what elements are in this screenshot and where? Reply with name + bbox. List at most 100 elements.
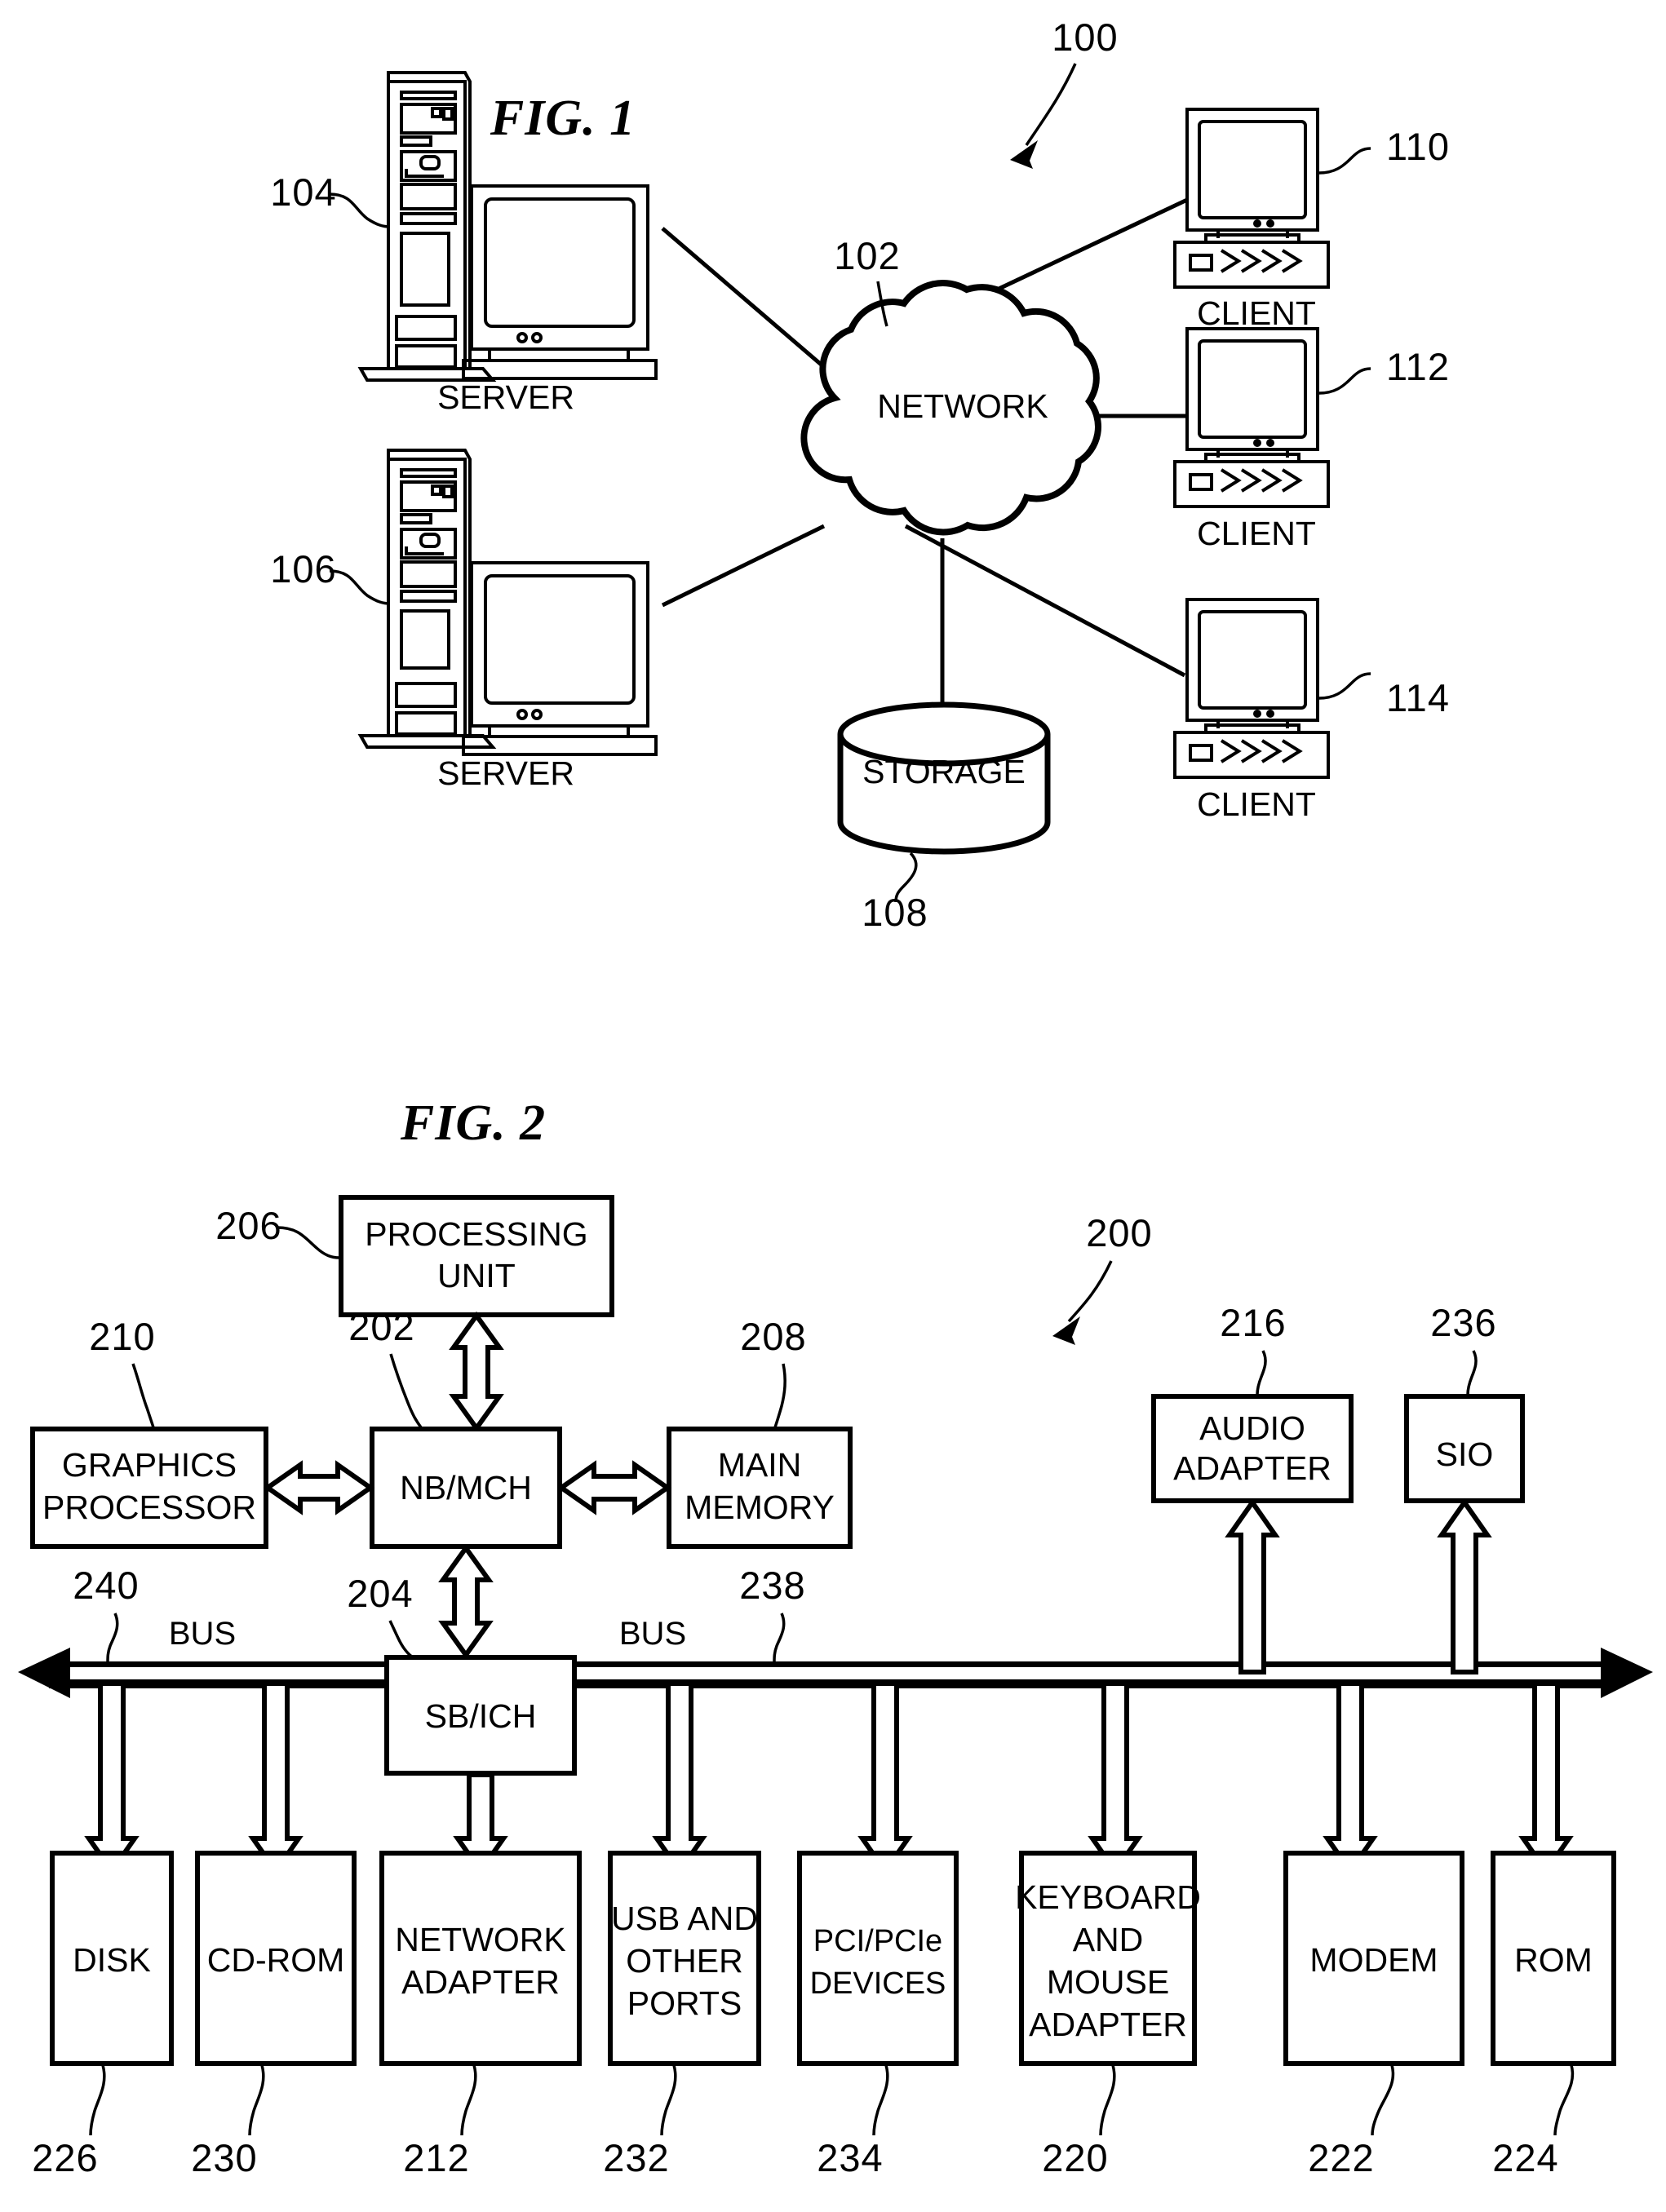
server-104-vent-2 <box>395 344 457 369</box>
pci-devices-rect <box>797 1851 959 2066</box>
arrow-bus-to-pci-devices <box>857 1681 913 1876</box>
bus-label-left: BUS <box>169 1616 236 1652</box>
pci-devices-leader <box>872 2064 889 2136</box>
modem-leader <box>1371 2064 1395 2136</box>
sio-label: SIO <box>1436 1436 1494 1473</box>
link-server106-network <box>661 524 826 608</box>
arrow-graphics-to-nbmch <box>263 1460 375 1515</box>
client-110-screen <box>1198 120 1307 219</box>
rom-leader <box>1553 2064 1575 2136</box>
network-adapter-ref: 212 <box>403 2136 469 2179</box>
pci-devices-box: PCI/PCIe DEVICES 234 <box>797 1851 959 2179</box>
cdrom-label: CD-ROM <box>207 1941 345 1979</box>
link-network-client114 <box>904 524 1186 678</box>
arrow-nbmch-to-sbich <box>438 1543 494 1660</box>
usb-ports-ref: 232 <box>603 2136 669 2179</box>
system-bus: BUS BUS 240 238 <box>18 1564 1653 1698</box>
server-104-monitor-led-2 <box>531 332 543 343</box>
server-104-slot-a <box>400 91 457 100</box>
sbich-leader <box>388 1620 417 1661</box>
processing-unit-label-line2: UNIT <box>437 1257 516 1294</box>
arrow-bus-to-keyboard-mouse-adapter <box>1088 1681 1143 1876</box>
client-114-label: CLIENT <box>1197 785 1316 823</box>
graphics-processor-label-line1: GRAPHICS <box>62 1446 237 1484</box>
bus-left-leader <box>106 1613 119 1663</box>
server-104-monitor-base <box>462 359 658 380</box>
client-110-leader <box>1318 147 1371 175</box>
graphics-processor-label-line2: PROCESSOR <box>42 1489 256 1526</box>
cdrom-box: CD-ROM 230 <box>191 1851 357 2179</box>
client-110-keyboard-pad <box>1189 254 1213 272</box>
server-106-label: SERVER <box>437 754 574 792</box>
storage-108: STORAGE 108 <box>837 701 1051 934</box>
client-110-ref: 110 <box>1386 125 1450 168</box>
arrow-bus-to-modem <box>1323 1681 1378 1876</box>
network-adapter-rect <box>379 1851 582 2066</box>
network-cloud-102: NETWORK 102 <box>800 234 1101 536</box>
client-114-monitor-frame <box>1185 598 1319 722</box>
server-106-vent-2 <box>395 711 457 736</box>
audio-adapter-box: AUDIO ADAPTER 216 <box>1151 1301 1354 1503</box>
server-104-led-1 <box>431 107 442 118</box>
server-106-leader <box>329 569 391 605</box>
server-104-panel <box>400 232 450 307</box>
audio-adapter-label-line1: AUDIO <box>1199 1409 1305 1447</box>
server-104-slot-d <box>400 212 457 225</box>
keyboard-mouse-adapter-label-line4: ADAPTER <box>1029 2006 1187 2043</box>
main-memory-box: MAIN MEMORY 208 <box>667 1315 853 1549</box>
arrow-bus-to-sio <box>1437 1498 1492 1674</box>
client-114-keyboard-pad <box>1189 744 1213 762</box>
server-106-vent-1 <box>395 682 457 708</box>
fig1-ref100-arrowhead <box>1010 140 1038 169</box>
audio-adapter-ref: 216 <box>1220 1301 1286 1344</box>
nbmch-ref: 202 <box>348 1305 414 1348</box>
sbich-label: SB/ICH <box>425 1697 537 1735</box>
pci-devices-label-line1: PCI/PCIe <box>813 1924 942 1958</box>
server-104-leader <box>329 192 391 228</box>
fig2-title: FIG. 2 <box>400 1095 546 1151</box>
main-memory-label-line1: MAIN <box>718 1446 802 1484</box>
server-106-knob <box>419 533 441 548</box>
audio-adapter-label-line2: ADAPTER <box>1173 1449 1331 1487</box>
keyboard-mouse-adapter-leader <box>1099 2064 1116 2136</box>
client-110: CLIENT 110 <box>1173 108 1450 332</box>
disk-box: DISK 226 <box>32 1851 174 2179</box>
cdrom-leader <box>248 2064 265 2136</box>
cdrom-ref: 230 <box>191 2136 257 2179</box>
main-memory-leader <box>773 1363 786 1428</box>
fig2-ref200-arrowhead <box>1052 1316 1080 1345</box>
server-104-label: SERVER <box>437 378 574 416</box>
client-114-keys <box>1220 739 1303 763</box>
server-106-led-1 <box>431 484 442 496</box>
network-label: NETWORK <box>877 387 1048 425</box>
network-adapter-label-line2: ADAPTER <box>401 1963 560 2001</box>
arrow-bus-to-disk <box>84 1681 140 1876</box>
disk-leader <box>89 2064 106 2136</box>
nbmch-leader <box>389 1353 423 1429</box>
graphics-processor-box: GRAPHICS PROCESSOR 210 <box>30 1315 268 1549</box>
audio-adapter-leader <box>1256 1350 1267 1396</box>
usb-ports-leader <box>660 2064 677 2136</box>
server-106-led-2 <box>442 484 454 498</box>
modem-ref: 222 <box>1308 2136 1374 2179</box>
keyboard-mouse-adapter-label-line2: AND <box>1073 1921 1144 1958</box>
sbich-ref: 204 <box>347 1572 413 1615</box>
server-104-monitor-screen <box>484 197 636 328</box>
graphics-processor-leader <box>131 1363 155 1428</box>
sbich-box: SB/ICH <box>384 1655 577 1776</box>
client-110-label: CLIENT <box>1197 294 1316 332</box>
server-104-slot-b <box>400 135 432 147</box>
fig1-title: FIG. 1 <box>490 91 636 146</box>
pci-devices-ref: 234 <box>817 2136 883 2179</box>
client-110-led-1 <box>1253 219 1261 228</box>
fig2-ref200-leader <box>1067 1260 1113 1323</box>
client-112-monitor-frame <box>1185 327 1319 451</box>
client-114-led-1 <box>1253 710 1261 718</box>
arrow-processing-unit-to-nbmch <box>449 1311 504 1433</box>
rom-box: ROM 224 <box>1491 1851 1616 2179</box>
client-112-keys <box>1220 468 1303 493</box>
figure-2-group: FIG. 2 200 PROCESSING UNIT 206 202 GRAPH… <box>18 1095 1653 2179</box>
server-104-drive-bay-3 <box>400 183 457 210</box>
client-112-keyboard-pad <box>1189 473 1213 491</box>
server-106-drive-bay-3 <box>400 560 457 588</box>
